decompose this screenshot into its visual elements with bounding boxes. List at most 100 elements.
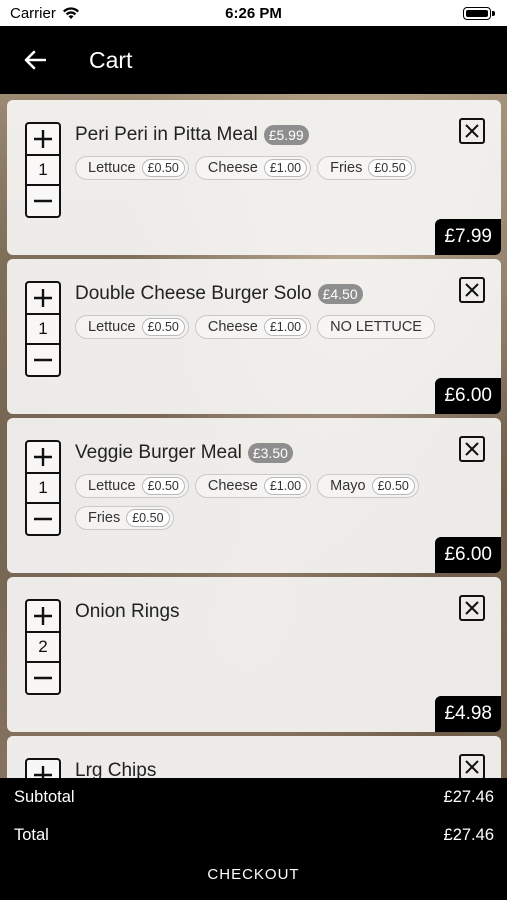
checkout-button[interactable]: CHECKOUT [0,866,507,883]
cart-item: 1 Veggie Burger Meal £3.50 Lettuce £0.50 … [7,418,501,573]
option-label: Fries [88,510,121,526]
plus-icon [34,766,52,778]
option-label: Lettuce [88,160,136,176]
remove-item-button[interactable] [459,436,485,462]
cart-item: 1 Double Cheese Burger Solo £4.50 Lettuc… [7,259,501,414]
option-chip: Fries £0.50 [75,506,174,530]
arrow-left-icon [24,50,46,70]
quantity-value: 1 [27,313,59,345]
close-icon [465,601,479,615]
minus-icon [34,676,52,680]
item-base-price: £5.99 [263,125,309,145]
item-name: Double Cheese Burger Solo [75,283,312,304]
battery-icon [463,6,495,20]
increment-button[interactable] [27,760,59,778]
wifi-icon [62,7,79,19]
cart-item: Lrg Chips [7,736,501,778]
plus-icon [34,448,52,466]
quantity-stepper: 1 [25,440,61,536]
back-button[interactable] [5,30,65,90]
option-chip: Mayo £0.50 [317,474,419,498]
line-total: £4.98 [435,696,501,732]
close-icon [465,283,479,297]
close-icon [465,124,479,138]
cart-item: 2 Onion Rings £4.98 [7,577,501,732]
option-chip: Fries £0.50 [317,156,416,180]
status-left: Carrier [10,5,80,22]
line-total: £6.00 [435,378,501,414]
minus-icon [34,199,52,203]
subtotal-row: Subtotal £27.46 [14,788,494,807]
total-row: Total £27.46 [14,826,494,845]
item-options: Lettuce £0.50 Cheese £1.00 Fries £0.50 [75,156,445,180]
option-label: Fries [330,160,363,176]
option-price: £1.00 [263,159,308,177]
option-label: NO LETTUCE [330,319,422,335]
quantity-stepper [25,758,61,778]
plus-icon [34,607,52,625]
minus-icon [34,517,52,521]
decrement-button[interactable] [27,186,59,216]
decrement-button[interactable] [27,504,59,534]
option-price: £1.00 [263,477,308,495]
remove-item-button[interactable] [459,595,485,621]
option-price: £0.50 [141,477,185,495]
close-icon [465,760,479,774]
option-price: £0.50 [141,159,185,177]
item-title-row: Veggie Burger Meal £3.50 [75,442,293,464]
increment-button[interactable] [27,283,59,313]
cart-item: 1 Peri Peri in Pitta Meal £5.99 Lettuce £… [7,100,501,255]
item-name: Lrg Chips [75,760,157,778]
total-value: £27.46 [443,826,494,844]
item-title-row: Lrg Chips [75,760,156,778]
item-base-price: £3.50 [247,443,293,463]
option-price: £0.50 [141,318,185,336]
status-bar: Carrier 6:26 PM [0,0,507,26]
option-label: Lettuce [88,319,136,335]
carrier-label: Carrier [10,4,56,22]
item-name: Peri Peri in Pitta Meal [75,124,258,145]
option-label: Cheese [207,160,258,176]
option-price: £1.00 [263,318,308,336]
option-chip: Lettuce £0.50 [75,156,189,180]
option-price: £0.50 [371,477,415,495]
line-total: £6.00 [435,537,501,573]
option-chip: Cheese £1.00 [194,156,312,180]
item-name: Onion Rings [75,601,180,622]
option-label: Mayo [330,478,366,494]
item-name: Veggie Burger Meal [75,442,242,463]
subtotal-value: £27.46 [443,788,494,806]
item-title-row: Double Cheese Burger Solo £4.50 [75,283,363,305]
option-price: £0.50 [126,509,170,527]
page-title: Cart [89,46,133,73]
remove-item-button[interactable] [459,277,485,303]
increment-button[interactable] [27,442,59,472]
quantity-stepper: 1 [25,122,61,218]
nav-bar: Cart [0,26,507,94]
increment-button[interactable] [27,124,59,154]
option-label: Cheese [207,319,258,335]
option-chip: Lettuce £0.50 [75,315,189,339]
option-chip: Cheese £1.00 [194,315,312,339]
remove-item-button[interactable] [459,118,485,144]
option-chip: Lettuce £0.50 [75,474,189,498]
minus-icon [34,358,52,362]
item-options: Lettuce £0.50 Cheese £1.00 Mayo £0.50 Fries… [75,474,445,530]
close-icon [465,442,479,456]
line-total: £7.99 [435,219,501,255]
item-base-price: £4.50 [317,284,363,304]
option-price: £0.50 [368,159,412,177]
remove-item-button[interactable] [459,754,485,778]
increment-button[interactable] [27,601,59,631]
quantity-stepper: 1 [25,281,61,377]
option-label: Lettuce [88,478,136,494]
item-title-row: Peri Peri in Pitta Meal £5.99 [75,124,309,146]
quantity-stepper: 2 [25,599,61,695]
cart-list[interactable]: 1 Peri Peri in Pitta Meal £5.99 Lettuce £… [0,94,507,778]
option-label: Cheese [207,478,258,494]
decrement-button[interactable] [27,663,59,693]
total-label: Total [14,826,49,844]
decrement-button[interactable] [27,345,59,375]
item-options: Lettuce £0.50 Cheese £1.00 NO LETTUCE [75,315,445,339]
subtotal-label: Subtotal [14,788,75,806]
